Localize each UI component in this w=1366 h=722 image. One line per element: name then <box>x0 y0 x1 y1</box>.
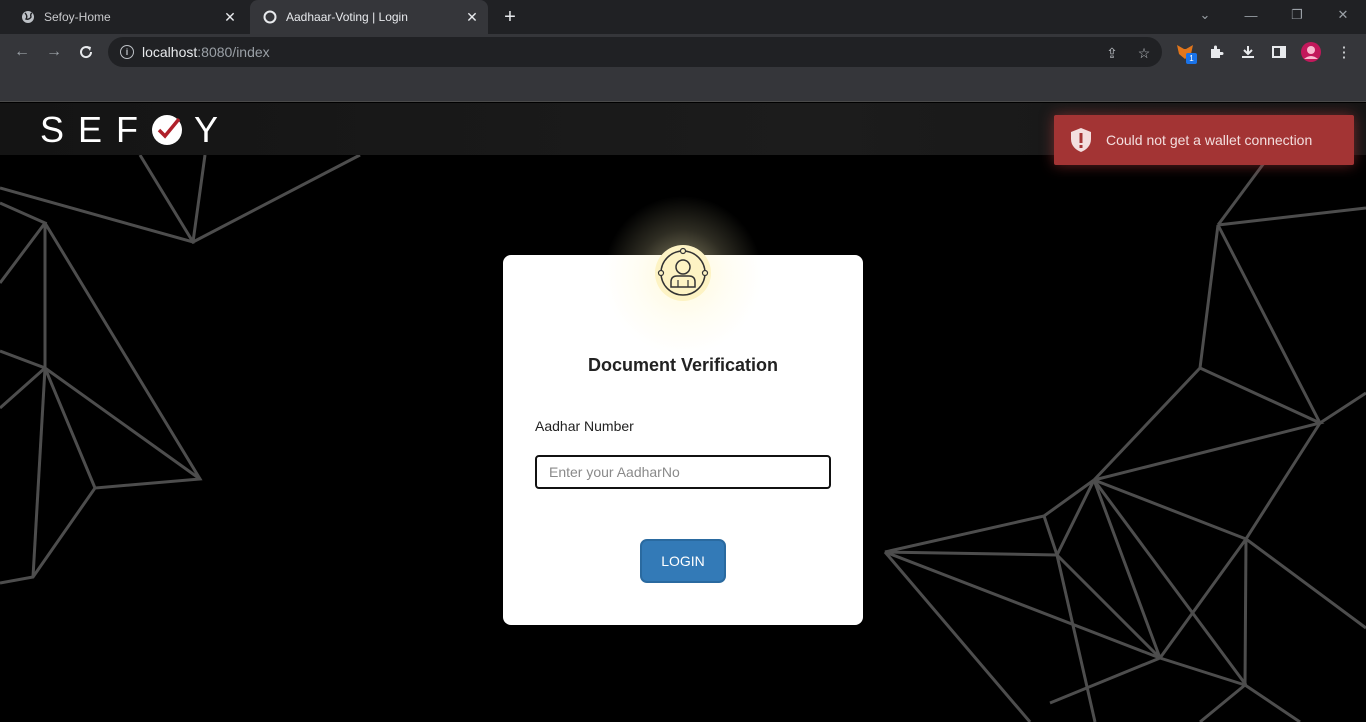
close-tab-icon[interactable]: ✕ <box>220 7 240 27</box>
web-page: SEF Y Could not get a wallet connection … <box>0 103 1366 722</box>
tab-sefoy-home[interactable]: Sefoy-Home ✕ <box>8 0 246 34</box>
tab-title: Aadhaar-Voting | Login <box>286 10 408 24</box>
bookmark-bar <box>0 70 1366 102</box>
minimize-button[interactable]: — <box>1228 0 1274 30</box>
url-host: localhost <box>142 44 198 60</box>
restore-button[interactable]: ❐ <box>1274 0 1320 30</box>
reload-icon <box>80 46 93 59</box>
download-icon[interactable] <box>1237 41 1259 63</box>
address-bar[interactable]: i localhost:8080/index ⇪ ☆ <box>108 37 1162 67</box>
browser-tab-bar: Sefoy-Home ✕ Aadhaar-Voting | Login ✕ + … <box>0 0 1366 34</box>
site-info-icon[interactable]: i <box>120 45 134 59</box>
share-icon[interactable]: ⇪ <box>1103 44 1121 62</box>
profile-avatar[interactable] <box>1300 41 1322 63</box>
logo-text-left: SEF <box>40 109 153 150</box>
url-path: :8080/index <box>197 44 270 60</box>
tab-search-icon[interactable]: ⌄ <box>1182 0 1228 30</box>
toast-message: Could not get a wallet connection <box>1106 132 1313 148</box>
metamask-extension-icon[interactable]: 1 <box>1174 41 1197 64</box>
new-tab-button[interactable]: + <box>498 5 522 29</box>
error-toast[interactable]: Could not get a wallet connection <box>1054 115 1354 165</box>
back-button[interactable]: ← <box>8 38 36 66</box>
logo-text-right: Y <box>194 109 233 150</box>
browser-toolbar: ← → i localhost:8080/index ⇪ ☆ 1 ⋮ <box>0 34 1366 70</box>
reload-button[interactable] <box>72 38 100 66</box>
tab-aadhaar-voting-login[interactable]: Aadhaar-Voting | Login ✕ <box>250 0 488 34</box>
side-panel-icon[interactable] <box>1268 41 1290 63</box>
user-avatar-icon <box>655 245 711 301</box>
login-button[interactable]: LOGIN <box>640 539 726 583</box>
checkmark-logo-icon <box>152 115 183 145</box>
bookmark-star-icon[interactable]: ☆ <box>1135 44 1153 62</box>
aadhar-label: Aadhar Number <box>535 418 634 434</box>
shield-warning-icon <box>1071 128 1091 152</box>
aadhar-input[interactable] <box>535 455 831 489</box>
close-tab-icon[interactable]: ✕ <box>462 7 482 27</box>
tab-title: Sefoy-Home <box>44 10 111 24</box>
extensions-puzzle-icon[interactable] <box>1205 41 1227 63</box>
site-favicon-icon <box>262 9 278 25</box>
sefoy-logo[interactable]: SEF Y <box>40 109 232 150</box>
globe-icon <box>20 9 36 25</box>
close-window-button[interactable]: ✕ <box>1320 0 1366 30</box>
extension-badge: 1 <box>1186 53 1197 64</box>
card-title: Document Verification <box>587 355 779 375</box>
forward-button[interactable]: → <box>40 38 68 66</box>
browser-menu-icon[interactable]: ⋮ <box>1333 41 1355 63</box>
